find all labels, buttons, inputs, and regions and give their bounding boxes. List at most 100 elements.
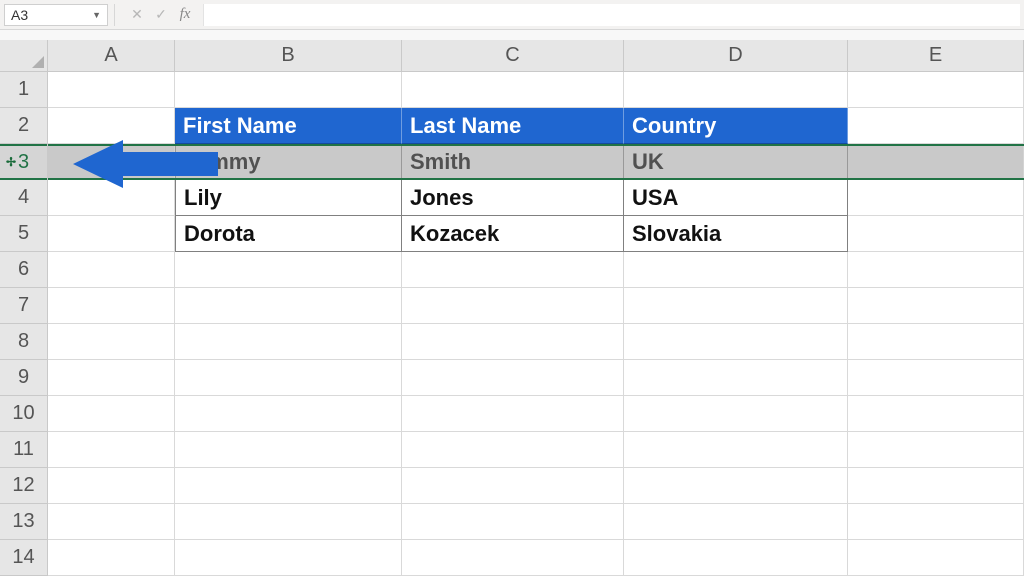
cell-C10[interactable] [402,396,624,432]
select-all-corner[interactable] [0,40,48,72]
row-header-5[interactable]: 5 [0,216,47,252]
cell-B9[interactable] [175,360,402,396]
cell-A11[interactable] [48,432,175,468]
cell-E14[interactable] [848,540,1024,576]
row-header-12[interactable]: 12 [0,468,47,504]
cell-B7[interactable] [175,288,402,324]
cell-A3[interactable] [48,144,175,180]
cell-A9[interactable] [48,360,175,396]
col-header-D[interactable]: D [624,40,848,71]
cell-D14[interactable] [624,540,848,576]
cell-B1[interactable] [175,72,402,108]
name-box[interactable]: A3 ▼ [4,4,108,26]
cell-C13[interactable] [402,504,624,540]
row-header-13[interactable]: 13 [0,504,47,540]
row-header-4[interactable]: 4 [0,180,47,216]
cancel-icon[interactable]: ✕ [125,4,149,26]
cell-C3[interactable]: Smith [402,144,624,180]
cell-C14[interactable] [402,540,624,576]
cell-D4[interactable]: USA [624,180,848,216]
row-header-8[interactable]: 8 [0,324,47,360]
cell-B11[interactable] [175,432,402,468]
cell-A12[interactable] [48,468,175,504]
cell-A7[interactable] [48,288,175,324]
cell-D7[interactable] [624,288,848,324]
cell-D11[interactable] [624,432,848,468]
cell-A1[interactable] [48,72,175,108]
cell-B4[interactable]: Lily [175,180,402,216]
divider [114,4,115,26]
table-cell: Smith [410,149,471,175]
cell-B8[interactable] [175,324,402,360]
cell-C11[interactable] [402,432,624,468]
cell-A10[interactable] [48,396,175,432]
cell-E12[interactable] [848,468,1024,504]
cell-A14[interactable] [48,540,175,576]
cell-C12[interactable] [402,468,624,504]
cell-C4[interactable]: Jones [402,180,624,216]
cell-D5[interactable]: Slovakia [624,216,848,252]
cell-E9[interactable] [848,360,1024,396]
confirm-icon[interactable]: ✓ [149,4,173,26]
cell-D1[interactable] [624,72,848,108]
cell-E6[interactable] [848,252,1024,288]
cell-B5[interactable]: Dorota [175,216,402,252]
cell-B2[interactable]: First Name [175,108,402,144]
row-header-11[interactable]: 11 [0,432,47,468]
cell-B10[interactable] [175,396,402,432]
formula-input[interactable] [203,4,1020,26]
cell-A13[interactable] [48,504,175,540]
col-header-C[interactable]: C [402,40,624,71]
cell-E1[interactable] [848,72,1024,108]
fx-icon[interactable]: fx [173,4,197,26]
row-header-6[interactable]: 6 [0,252,47,288]
cell-D3[interactable]: UK [624,144,848,180]
cell-E5[interactable] [848,216,1024,252]
row-header-10[interactable]: 10 [0,396,47,432]
row-header-2[interactable]: 2 [0,108,47,144]
cell-E8[interactable] [848,324,1024,360]
cell-E10[interactable] [848,396,1024,432]
cell-B13[interactable] [175,504,402,540]
cell-E3[interactable] [848,144,1024,180]
cell-A2[interactable] [48,108,175,144]
cell-C1[interactable] [402,72,624,108]
cell-C8[interactable] [402,324,624,360]
cell-E2[interactable] [848,108,1024,144]
row-header-1[interactable]: 1 [0,72,47,108]
cell-C5[interactable]: Kozacek [402,216,624,252]
cell-E4[interactable] [848,180,1024,216]
table-cell: USA [632,185,678,211]
chevron-down-icon[interactable]: ▼ [92,10,101,20]
cell-D10[interactable] [624,396,848,432]
cell-C9[interactable] [402,360,624,396]
cell-C2[interactable]: Last Name [402,108,624,144]
col-header-A[interactable]: A [48,40,175,71]
cell-D9[interactable] [624,360,848,396]
cell-E13[interactable] [848,504,1024,540]
row-header-14[interactable]: 14 [0,540,47,576]
cell-B3[interactable]: Tommy [175,144,402,180]
cell-D6[interactable] [624,252,848,288]
formula-bar: A3 ▼ ✕ ✓ fx [0,0,1024,30]
cell-D2[interactable]: Country [624,108,848,144]
cell-E11[interactable] [848,432,1024,468]
cell-A6[interactable] [48,252,175,288]
cell-D12[interactable] [624,468,848,504]
row-header-7[interactable]: 7 [0,288,47,324]
cell-E7[interactable] [848,288,1024,324]
col-header-B[interactable]: B [175,40,402,71]
cell-A5[interactable] [48,216,175,252]
cell-A4[interactable] [48,180,175,216]
cell-B14[interactable] [175,540,402,576]
cell-D8[interactable] [624,324,848,360]
cell-C7[interactable] [402,288,624,324]
cell-D13[interactable] [624,504,848,540]
cell-B6[interactable] [175,252,402,288]
cell-A8[interactable] [48,324,175,360]
row-header-9[interactable]: 9 [0,360,47,396]
row-header-3[interactable]: ✢ 3 [0,144,47,180]
col-header-E[interactable]: E [848,40,1024,71]
cell-B12[interactable] [175,468,402,504]
cell-C6[interactable] [402,252,624,288]
